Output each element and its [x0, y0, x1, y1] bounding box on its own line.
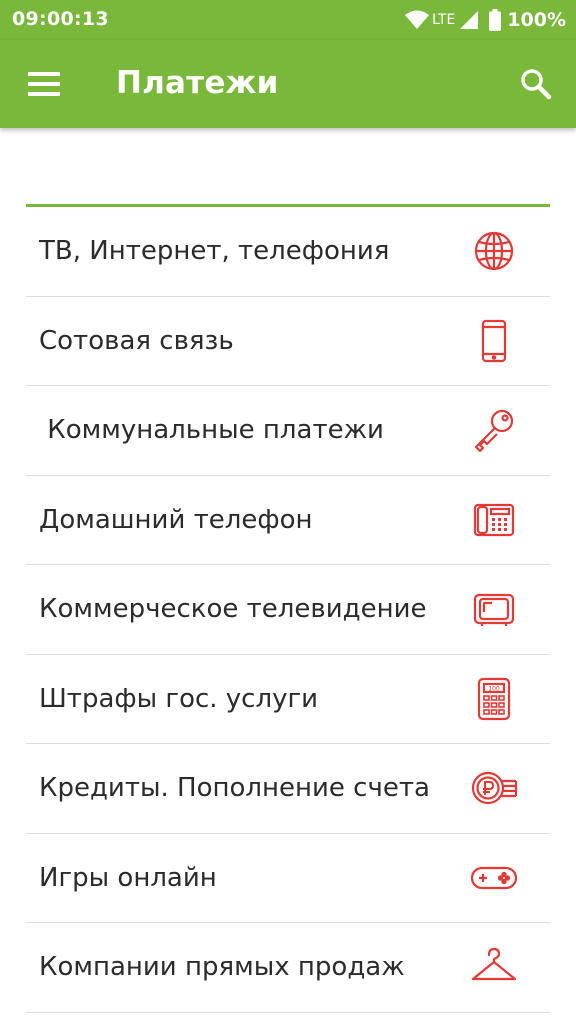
- category-label: Штрафы гос. услуги: [39, 683, 319, 714]
- category-home-phone[interactable]: Домашний телефон: [26, 476, 550, 565]
- category-online-games[interactable]: Игры онлайн: [26, 834, 550, 923]
- category-utilities[interactable]: Коммунальные платежи: [26, 386, 550, 476]
- globe-icon: [470, 227, 518, 275]
- ruble-coin-icon: [470, 764, 518, 812]
- payment-categories-list: ТВ, Интернет, телефония Сотовая связь Ко…: [26, 207, 550, 1013]
- page-title: Платежи: [116, 65, 279, 101]
- gamepad-icon: [470, 854, 518, 902]
- category-credits-account-topup[interactable]: Кредиты. Пополнение счета: [26, 744, 550, 834]
- signal-icon: [459, 10, 479, 30]
- key-icon: [470, 406, 518, 454]
- hanger-icon: [470, 943, 518, 991]
- mobile-phone-icon: [470, 317, 518, 365]
- calculator-icon: 100: [470, 675, 518, 723]
- status-icons: LTE 100%: [404, 6, 566, 34]
- landline-phone-icon: [470, 496, 518, 544]
- category-label: Сотовая связь: [39, 325, 234, 356]
- battery-icon: [489, 9, 502, 31]
- category-commercial-tv[interactable]: Коммерческое телевидение: [26, 565, 550, 655]
- television-icon: [470, 585, 518, 633]
- category-tv-internet-telephony[interactable]: ТВ, Интернет, телефония: [26, 207, 550, 297]
- category-direct-sales[interactable]: Компании прямых продаж: [26, 923, 550, 1013]
- category-label: Коммерческое телевидение: [39, 594, 427, 625]
- category-label: ТВ, Интернет, телефония: [39, 236, 390, 267]
- category-mobile[interactable]: Сотовая связь: [26, 297, 550, 386]
- status-bar: 09:00:13 LTE 100%: [0, 0, 576, 40]
- hamburger-menu-icon[interactable]: [22, 65, 66, 105]
- search-icon[interactable]: [516, 64, 556, 104]
- category-label: Кредиты. Пополнение счета: [39, 773, 430, 804]
- category-label: Коммунальные платежи: [39, 415, 384, 446]
- wifi-icon: [404, 10, 430, 30]
- category-fines-gov-services[interactable]: Штрафы гос. услуги 100: [26, 655, 550, 744]
- status-time: 09:00:13: [12, 8, 109, 30]
- category-label: Домашний телефон: [39, 504, 313, 535]
- category-label: Компании прямых продаж: [39, 952, 405, 983]
- svg-text:100: 100: [488, 685, 500, 692]
- network-type: LTE: [432, 12, 456, 28]
- category-label: Игры онлайн: [39, 862, 217, 893]
- battery-percent: 100%: [507, 9, 566, 31]
- app-bar: Платежи: [0, 40, 576, 128]
